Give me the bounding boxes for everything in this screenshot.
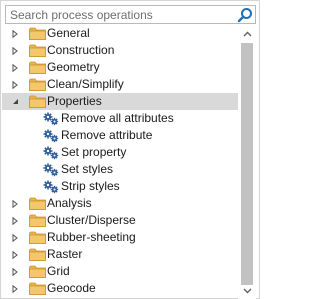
folder-icon [29, 27, 46, 40]
scrollbar-thumb[interactable] [241, 43, 253, 285]
collapsed-arrow-icon[interactable] [9, 246, 21, 263]
collapsed-arrow-icon[interactable] [9, 280, 21, 297]
tree-item-label: Properties [47, 94, 102, 108]
vertical-scrollbar[interactable] [238, 25, 256, 299]
tree-item-label: Remove all attributes [61, 111, 174, 125]
tree-folder-grid[interactable]: Grid [2, 263, 238, 280]
gear-icon [43, 163, 60, 177]
tree-folder-construction[interactable]: Construction [2, 42, 238, 59]
collapsed-arrow-icon[interactable] [9, 263, 21, 280]
tree-item-label: Set styles [61, 162, 114, 176]
tree-folder-rubber-sheeting[interactable]: Rubber-sheeting [2, 229, 238, 246]
folder-icon [29, 231, 46, 244]
folder-icon [29, 95, 46, 108]
tree-folder-geocode[interactable]: Geocode [2, 280, 238, 297]
expanded-arrow-icon[interactable] [9, 93, 21, 110]
tree-operation-set-styles[interactable]: Set styles [2, 161, 238, 178]
tree-folder-cluster-disperse[interactable]: Cluster/Disperse [2, 212, 238, 229]
search-input[interactable] [6, 6, 232, 23]
collapsed-arrow-icon[interactable] [9, 59, 21, 76]
folder-icon [29, 61, 46, 74]
operations-tree: General Construction Geometry Clean/Simplif… [2, 25, 238, 299]
search-icon[interactable] [237, 7, 253, 23]
folder-icon [29, 282, 46, 295]
collapsed-arrow-icon[interactable] [9, 229, 21, 246]
folder-icon [29, 78, 46, 91]
tree-item-label: General [47, 26, 90, 40]
scroll-up-arrow-icon[interactable] [238, 25, 256, 42]
collapsed-arrow-icon[interactable] [9, 76, 21, 93]
tree-operation-strip-styles[interactable]: Strip styles [2, 178, 238, 195]
tree-operation-remove-attribute[interactable]: Remove attribute [2, 127, 238, 144]
tree-folder-raster[interactable]: Raster [2, 246, 238, 263]
folder-icon [29, 214, 46, 227]
tree-item-label: Construction [47, 43, 115, 57]
tree-folder-general[interactable]: General [2, 25, 238, 42]
folder-icon [29, 197, 46, 210]
tree-item-label: Analysis [47, 196, 92, 210]
tree-folder-properties[interactable]: Properties [2, 93, 238, 110]
folder-icon [29, 265, 46, 278]
tree-item-label: Raster [47, 247, 83, 261]
tree-folder-clean-simplify[interactable]: Clean/Simplify [2, 76, 238, 93]
collapsed-arrow-icon[interactable] [9, 42, 21, 59]
scroll-down-arrow-icon[interactable] [238, 282, 256, 299]
tree-item-label: Set property [61, 145, 127, 159]
folder-icon [29, 248, 46, 261]
tree-operation-remove-all-attributes[interactable]: Remove all attributes [2, 110, 238, 127]
gear-icon [43, 180, 60, 194]
folder-icon [29, 44, 46, 57]
tree-folder-geometry[interactable]: Geometry [2, 59, 238, 76]
tree-item-label: Geocode [47, 281, 96, 295]
tree-folder-analysis[interactable]: Analysis [2, 195, 238, 212]
tree-operation-set-property[interactable]: Set property [2, 144, 238, 161]
tree-item-label: Remove attribute [61, 128, 153, 142]
tree-item-label: Clean/Simplify [47, 77, 124, 91]
gear-icon [43, 112, 60, 126]
tree-item-label: Geometry [47, 60, 100, 74]
collapsed-arrow-icon[interactable] [9, 25, 21, 42]
collapsed-arrow-icon[interactable] [9, 195, 21, 212]
tree-item-label: Grid [47, 264, 70, 278]
tree-item-label: Cluster/Disperse [47, 213, 136, 227]
gear-icon [43, 129, 60, 143]
gear-icon [43, 146, 60, 160]
tree-item-label: Rubber-sheeting [47, 230, 136, 244]
search-box [5, 5, 256, 24]
process-operations-panel: General Construction Geometry Clean/Simplif… [0, 0, 260, 299]
collapsed-arrow-icon[interactable] [9, 212, 21, 229]
tree-item-label: Strip styles [61, 179, 120, 193]
